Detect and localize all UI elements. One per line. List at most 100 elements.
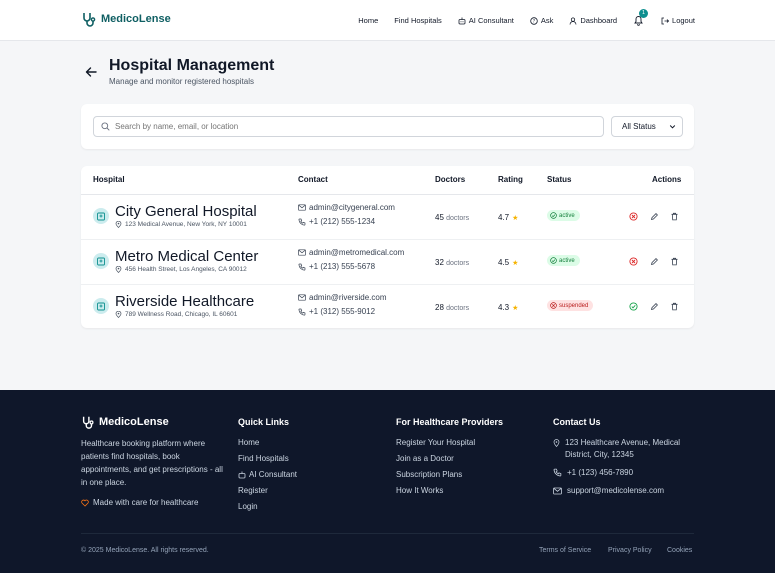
hospital-phone: +1 (212) 555-1234 (298, 217, 375, 226)
footer-made-with-text: Made with care for healthcare (93, 498, 199, 507)
nav-dashboard[interactable]: Dashboard (569, 16, 617, 25)
table-row: Riverside Healthcare 789 Wellness Road, … (81, 285, 694, 330)
status-filter-select[interactable]: All Status (611, 116, 683, 137)
footer-link-ai-consultant-label: AI Consultant (249, 470, 298, 479)
footer-link-register[interactable]: Register (238, 486, 268, 495)
nav-ai-consultant[interactable]: AI Consultant (458, 16, 514, 25)
terms-link[interactable]: Terms of Service (539, 547, 591, 554)
footer-link-home[interactable]: Home (238, 438, 259, 447)
hospital-rating: 4.5 ★ (498, 258, 518, 267)
mail-icon (553, 487, 562, 495)
hospital-rating: 4.7 ★ (498, 213, 518, 222)
brand-logo[interactable]: MedicoLense (81, 11, 171, 27)
suspend-button[interactable] (628, 211, 638, 221)
map-pin-icon (115, 221, 122, 228)
privacy-link[interactable]: Privacy Policy (608, 547, 652, 554)
footer-contact-phone[interactable]: +1 (123) 456-7890 (553, 467, 633, 479)
delete-button[interactable] (669, 301, 679, 311)
help-circle-icon: ? (530, 16, 538, 25)
doctor-count-value: 45 (435, 213, 444, 222)
hospital-name[interactable]: Metro Medical Center (115, 248, 258, 265)
hospital-name[interactable]: City General Hospital (115, 203, 257, 220)
top-navbar: MedicoLense Home Find Hospitals AI Consu… (0, 0, 775, 41)
doctor-count-unit: doctors (446, 215, 470, 222)
mail-icon (298, 294, 306, 301)
trash-icon (671, 212, 677, 220)
hospital-email-text: admin@riverside.com (309, 293, 387, 302)
edit-button[interactable] (649, 301, 659, 311)
trash-icon (671, 257, 677, 265)
main-nav: Home Find Hospitals AI Consultant ? Ask … (358, 0, 695, 41)
hospital-email-text: admin@citygeneral.com (309, 203, 395, 212)
star-icon: ★ (512, 304, 519, 312)
back-arrow-icon[interactable] (84, 65, 98, 79)
search-input[interactable] (115, 122, 595, 131)
trash-icon (671, 302, 677, 310)
phone-icon (298, 308, 306, 315)
pencil-icon (650, 212, 658, 220)
hospital-address-text: 456 Health Street, Los Angeles, CA 90012 (125, 266, 247, 273)
map-pin-icon (115, 311, 122, 318)
status-badge: suspended (547, 300, 594, 311)
activate-button[interactable] (628, 301, 638, 311)
status-badge: active (547, 210, 580, 221)
star-icon: ★ (512, 214, 519, 222)
mail-icon (298, 204, 306, 211)
cookies-link[interactable]: Cookies (667, 547, 692, 554)
footer-link-login[interactable]: Login (238, 502, 258, 511)
phone-icon (298, 263, 306, 270)
suspend-button[interactable] (628, 256, 638, 266)
footer-link-find-hospitals[interactable]: Find Hospitals (238, 454, 289, 463)
footer-link-subscription-plans[interactable]: Subscription Plans (396, 470, 462, 479)
footer-link-register-hospital[interactable]: Register Your Hospital (396, 438, 475, 447)
nav-ask[interactable]: ? Ask (530, 16, 554, 25)
hospital-address: 456 Health Street, Los Angeles, CA 90012 (115, 266, 247, 273)
footer-link-join-doctor[interactable]: Join as a Doctor (396, 454, 454, 463)
phone-icon (553, 468, 562, 477)
edit-button[interactable] (649, 256, 659, 266)
hospital-address-text: 123 Medical Avenue, New York, NY 10001 (125, 221, 247, 228)
doctor-count-unit: doctors (446, 305, 470, 312)
stethoscope-icon (83, 13, 96, 27)
hospital-name[interactable]: Riverside Healthcare (115, 293, 254, 310)
notifications-button[interactable]: 1 (633, 8, 649, 28)
hospitals-table: Hospital Contact Doctors Rating Status A… (81, 166, 694, 328)
logout-icon (661, 17, 670, 24)
nav-ask-label: Ask (540, 16, 554, 25)
doctor-count: 32 doctors (435, 258, 469, 267)
edit-button[interactable] (649, 211, 659, 221)
footer-made-with: Made with care for healthcare (81, 498, 198, 507)
footer-link-ai-consultant[interactable]: AI Consultant (238, 470, 297, 479)
footer-brand[interactable]: MedicoLense (81, 415, 169, 429)
footer-contact-phone-text: +1 (123) 456-7890 (567, 468, 634, 477)
delete-button[interactable] (669, 211, 679, 221)
logout-button[interactable]: Logout (661, 16, 695, 25)
footer-link-how-it-works[interactable]: How It Works (396, 486, 443, 495)
hospital-email: admin@riverside.com (298, 293, 386, 302)
check-circle-icon (550, 212, 557, 219)
footer-contact-email[interactable]: support@medicolense.com (553, 485, 664, 497)
page-subtitle: Manage and monitor registered hospitals (109, 77, 254, 86)
nav-find-hospitals[interactable]: Find Hospitals (394, 16, 442, 25)
search-box[interactable] (93, 116, 604, 137)
status-filter-value: All Status (622, 122, 656, 131)
status-text: active (559, 257, 575, 264)
search-icon (101, 122, 110, 131)
logout-label: Logout (672, 16, 695, 25)
table-row: City General Hospital 123 Medical Avenue… (81, 195, 694, 240)
doctor-count: 45 doctors (435, 213, 469, 222)
rating-value: 4.5 (498, 258, 510, 267)
hospital-address: 123 Medical Avenue, New York, NY 10001 (115, 221, 247, 228)
doctor-count-value: 32 (435, 258, 444, 267)
hospital-phone: +1 (312) 555-9012 (298, 307, 375, 316)
hospital-address-text: 789 Wellness Road, Chicago, IL 60601 (125, 311, 238, 318)
col-header-doctors: Doctors (435, 175, 466, 184)
x-circle-icon (628, 256, 638, 266)
nav-home[interactable]: Home (358, 16, 378, 25)
doctor-count-value: 28 (435, 303, 444, 312)
delete-button[interactable] (669, 256, 679, 266)
status-text: suspended (559, 302, 589, 309)
hospital-phone-text: +1 (213) 555-5678 (309, 262, 376, 271)
x-circle-icon (550, 302, 557, 309)
copyright-text: © 2025 MedicoLense. All rights reserved. (81, 547, 209, 554)
